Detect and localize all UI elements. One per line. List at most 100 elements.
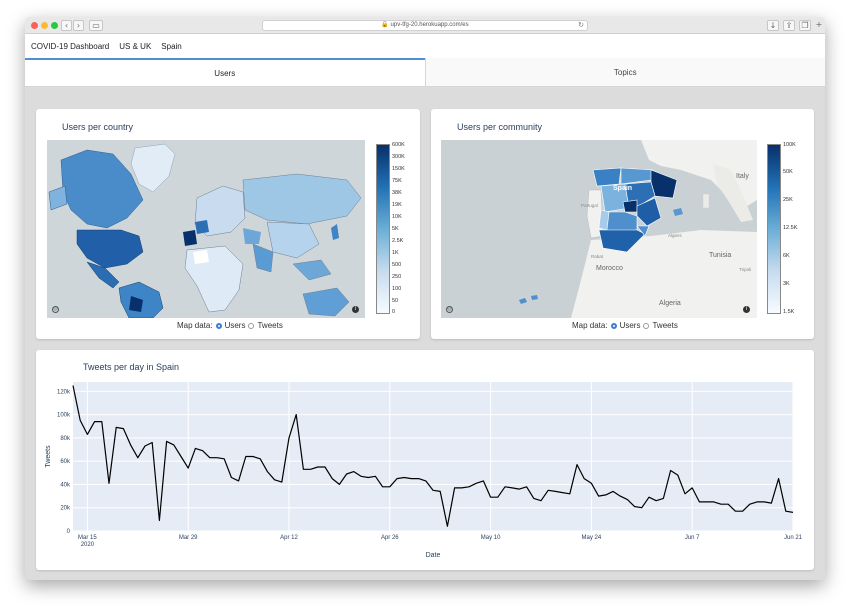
spain-map-graphic	[441, 140, 757, 318]
y-tick-label: 80k	[60, 436, 71, 442]
address-url: upv-tfg-20.herokuapp.com/es	[390, 22, 469, 28]
tweets-line-chart[interactable]: 0 20k 40k 60k 80k 100k 120k Mar 152020 Mar 29 Apr…	[36, 350, 814, 570]
land-sardinia	[702, 193, 710, 209]
community-map-title: Users per community	[457, 122, 543, 132]
community-map-data-selector: Map data: Users Tweets	[572, 321, 678, 330]
tweets-radio[interactable]	[643, 322, 650, 329]
map-data-label: Map data:	[572, 321, 608, 330]
browser-titlebar: ‹ › ▭ 🔒 upv-tfg-20.herokuapp.com/es ↻ ↓ …	[25, 17, 825, 34]
community-castile-la-mancha	[604, 211, 638, 233]
nav-item-spain[interactable]: Spain	[161, 42, 181, 51]
tweets-chart-card: Tweets per day in Spain 0 20k 40k 60k 80k 100…	[36, 350, 814, 570]
users-radio[interactable]	[610, 322, 617, 329]
community-colorbar	[767, 144, 781, 314]
x-tick-label: May 24	[582, 535, 602, 541]
close-window-button[interactable]	[31, 22, 38, 29]
tweets-radio-label[interactable]: Tweets	[257, 321, 282, 330]
cb-tick: 50	[392, 298, 399, 304]
country-map-title: Users per country	[62, 122, 134, 132]
download-icon[interactable]: ↓	[767, 20, 779, 31]
map-label-morocco: Morocco	[596, 265, 623, 272]
region-russia	[242, 173, 362, 225]
x-tick-label: Mar 29	[179, 535, 198, 541]
x-tick-label: Jun 7	[685, 535, 700, 541]
cb-tick: 150K	[392, 166, 405, 172]
tab-topics[interactable]: Topics	[424, 58, 825, 86]
cb-tick: 500	[392, 262, 402, 268]
y-tick-label: 20k	[60, 506, 71, 512]
app-navbar: COVID-19 Dashboard US & UK Spain	[25, 34, 825, 58]
x-tick-label: Apr 26	[381, 535, 399, 541]
cb-tick: 5K	[392, 226, 399, 232]
x-axis-title: Date	[426, 552, 441, 559]
y-tick-label: 0	[67, 529, 71, 535]
new-tab-icon[interactable]: +	[814, 20, 824, 31]
reload-icon[interactable]: ↻	[578, 21, 584, 30]
nav-item-us-uk[interactable]: US & UK	[119, 42, 151, 51]
cb-tick: 12.5K	[783, 225, 798, 231]
cb-tick: 3K	[783, 281, 790, 287]
browser-window: ‹ › ▭ 🔒 upv-tfg-20.herokuapp.com/es ↻ ↓ …	[25, 17, 825, 580]
map-label-algiers: Algiers	[668, 233, 682, 238]
community-madrid	[622, 199, 638, 213]
country-colorbar	[376, 144, 390, 314]
map-label-algeria: Algeria	[659, 300, 681, 307]
cb-tick: 10K	[392, 214, 402, 220]
cb-tick: 75K	[392, 178, 402, 184]
maximize-window-button[interactable]	[51, 22, 58, 29]
map-label-tripoli: Tripoli	[739, 267, 752, 272]
map-label-italy: Italy	[736, 173, 749, 180]
x-tick-label: May 10	[481, 535, 501, 541]
tab-bar: Users Topics	[25, 58, 825, 87]
map-data-label: Map data:	[177, 321, 213, 330]
map-label-spain: Spain	[613, 185, 633, 192]
y-tick-label: 120k	[57, 389, 71, 395]
community-galicia-asturias	[592, 167, 622, 187]
cb-tick: 2.5K	[392, 238, 404, 244]
y-tick-label: 60k	[60, 459, 71, 465]
map-label-tunisia: Tunisia	[709, 252, 732, 259]
country-map-card: Users per country ◎ i 600K 300K 150K 75K…	[36, 109, 420, 339]
x-tick-label: Apr 12	[280, 535, 298, 541]
plotly-logo-icon[interactable]: ◎	[52, 306, 59, 313]
cb-tick: 100K	[783, 142, 796, 148]
info-icon[interactable]: i	[743, 306, 750, 313]
map-label-portugal: Portugal	[581, 203, 598, 208]
users-radio[interactable]	[215, 322, 222, 329]
plotly-logo-icon[interactable]: ◎	[446, 306, 453, 313]
tabs-overview-icon[interactable]: ❐	[799, 20, 811, 31]
community-extremadura	[598, 209, 610, 231]
back-arrow-icon[interactable]: ‹	[61, 20, 72, 31]
x-tick-label: Jun 21	[784, 535, 803, 541]
minimize-window-button[interactable]	[41, 22, 48, 29]
forward-arrow-icon[interactable]: ›	[73, 20, 84, 31]
x-tick-sublabel: 2020	[81, 542, 95, 548]
cb-tick: 6K	[783, 253, 790, 259]
tab-users[interactable]: Users	[25, 58, 425, 86]
cb-tick: 600K	[392, 142, 405, 148]
region-sahara	[193, 250, 209, 264]
cb-tick: 1K	[392, 250, 399, 256]
cb-tick: 0	[392, 309, 396, 315]
cb-tick: 50K	[783, 169, 793, 175]
nav-item-dashboard[interactable]: COVID-19 Dashboard	[31, 42, 109, 51]
share-icon[interactable]: ⇪	[783, 20, 795, 31]
sidebar-icon[interactable]: ▭	[89, 20, 103, 31]
community-map-card: Users per community Spain Portugal Italy…	[431, 109, 814, 339]
main-content: Users per country ◎ i 600K 300K 150K 75K…	[25, 87, 825, 580]
spain-choropleth-map[interactable]: Spain Portugal Italy Morocco Tunisia Alg…	[441, 140, 757, 318]
cb-tick: 25K	[783, 197, 793, 203]
world-choropleth-map[interactable]: ◎ i	[47, 140, 365, 318]
lock-icon: 🔒	[381, 22, 389, 28]
x-tick-label: Mar 15	[78, 535, 97, 541]
world-map-graphic	[47, 140, 365, 318]
users-radio-label[interactable]: Users	[620, 321, 641, 330]
address-bar[interactable]: 🔒 upv-tfg-20.herokuapp.com/es ↻	[262, 20, 588, 31]
region-france	[195, 220, 209, 234]
y-tick-label: 40k	[60, 482, 71, 488]
info-icon[interactable]: i	[352, 306, 359, 313]
tweets-radio-label[interactable]: Tweets	[652, 321, 677, 330]
tweets-radio[interactable]	[248, 322, 255, 329]
cb-tick: 38K	[392, 190, 402, 196]
users-radio-label[interactable]: Users	[225, 321, 246, 330]
